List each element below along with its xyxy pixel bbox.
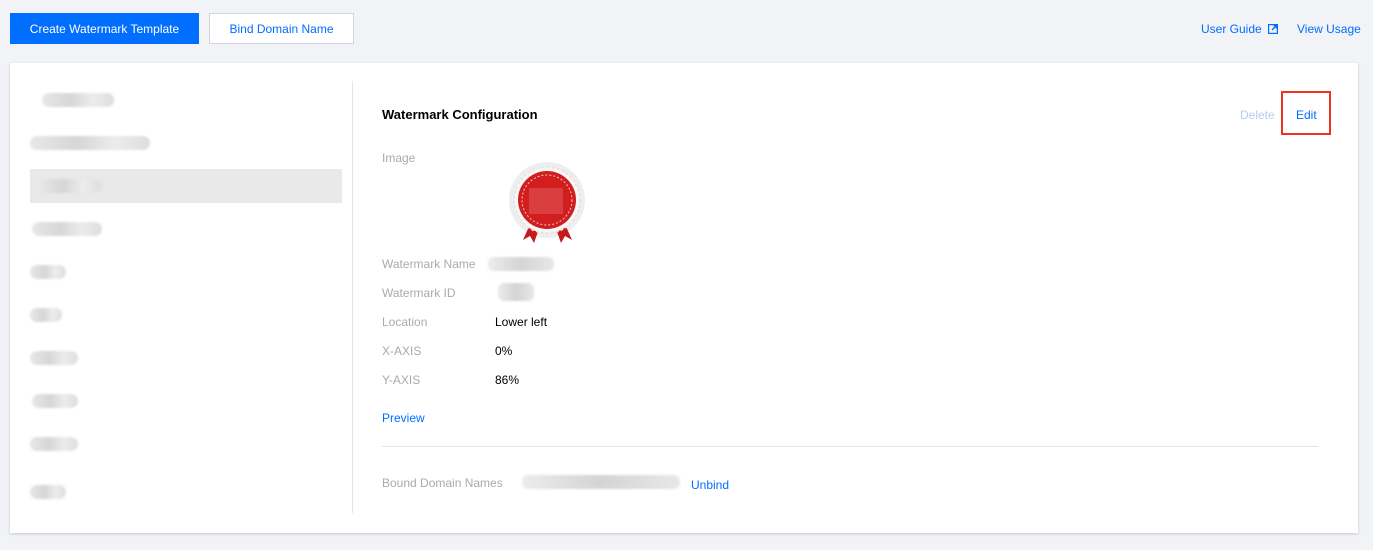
location-value: Lower left	[495, 315, 548, 329]
user-guide-label: User Guide	[1201, 22, 1262, 36]
watermark-id-label: Watermark ID	[382, 286, 456, 300]
section-title: Watermark Configuration	[382, 107, 538, 122]
edit-highlight-box	[1281, 91, 1331, 135]
view-usage-link[interactable]: View Usage	[1297, 22, 1361, 36]
top-toolbar: Create Watermark Template Bind Domain Na…	[0, 0, 1373, 55]
x-axis-value: 0%	[495, 344, 513, 358]
image-label: Image	[382, 151, 416, 165]
bind-domain-name-button[interactable]: Bind Domain Name	[209, 13, 354, 44]
user-guide-link[interactable]: User Guide	[1201, 22, 1278, 36]
bound-domain-value	[522, 475, 680, 489]
preview-link[interactable]: Preview	[382, 411, 425, 425]
watermark-name-value	[488, 257, 554, 271]
template-list-item[interactable]	[30, 255, 342, 289]
watermark-name-label: Watermark Name	[382, 257, 476, 271]
template-list-item[interactable]	[30, 212, 342, 246]
watermark-id-value	[498, 283, 534, 301]
unbind-link[interactable]: Unbind	[691, 478, 729, 492]
bound-domain-names-label: Bound Domain Names	[382, 476, 503, 490]
location-label: Location	[382, 315, 428, 329]
vertical-divider	[352, 81, 353, 513]
x-axis-label: X-AXIS	[382, 344, 422, 358]
watermark-card: Watermark Configuration Delete Edit Imag…	[10, 63, 1358, 533]
external-link-icon	[1267, 24, 1278, 34]
template-list-item[interactable]	[30, 341, 342, 375]
y-axis-value: 86%	[495, 373, 520, 387]
template-list-item[interactable]	[30, 83, 342, 117]
template-list-item[interactable]	[30, 475, 342, 509]
template-list-item[interactable]	[30, 384, 342, 418]
template-list-item[interactable]	[30, 126, 342, 160]
template-list	[10, 63, 352, 533]
template-list-item[interactable]	[30, 298, 342, 332]
delete-button[interactable]: Delete	[1240, 108, 1275, 122]
create-watermark-template-button[interactable]: Create Watermark Template	[10, 13, 199, 44]
template-list-item[interactable]	[30, 169, 342, 203]
y-axis-label: Y-AXIS	[382, 373, 421, 387]
seal-badge-icon	[509, 162, 585, 243]
template-list-item[interactable]	[30, 427, 342, 461]
horizontal-divider	[382, 446, 1318, 447]
